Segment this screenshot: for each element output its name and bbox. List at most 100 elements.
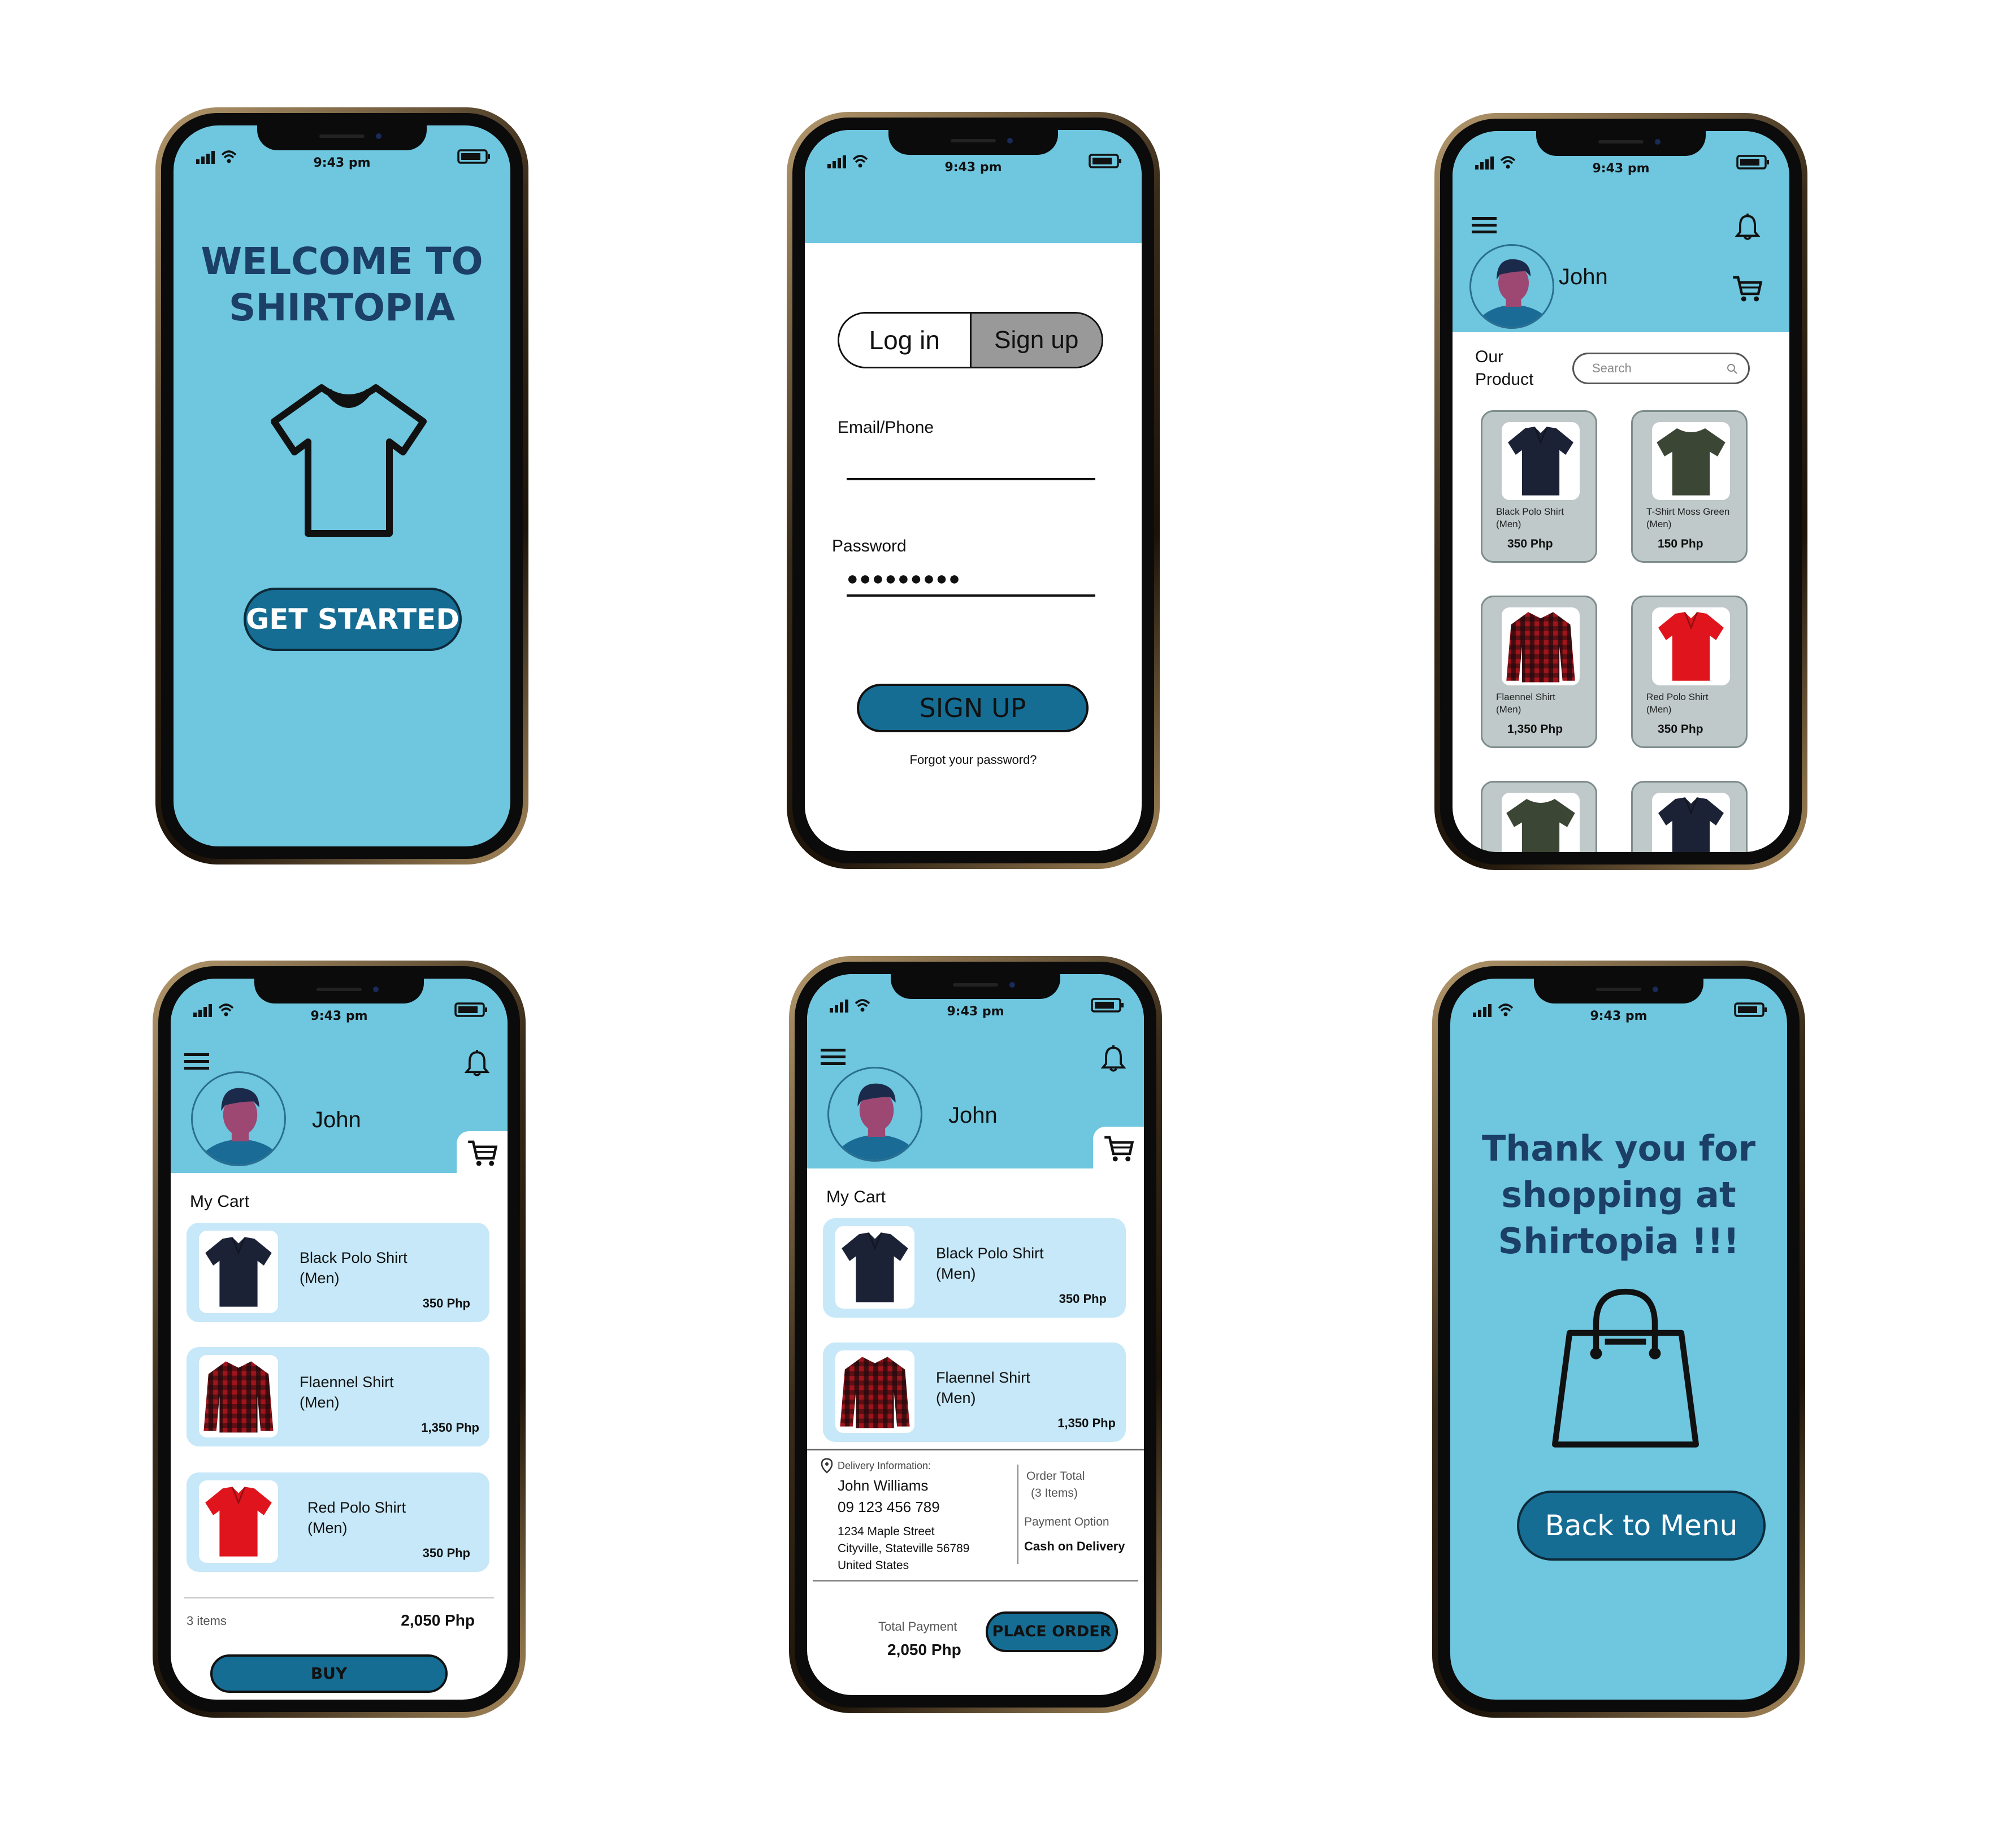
cart-icon[interactable] (1732, 275, 1763, 303)
delivery-name: John Williams (838, 1477, 929, 1494)
user-name: John (1559, 264, 1608, 289)
phone-checkout: 9:43 pm John My Cart Black Polo Shirt (Me… (789, 956, 1162, 1713)
user-avatar-icon (829, 1068, 922, 1162)
cart-heading: My Cart (826, 1188, 886, 1206)
location-pin-icon (821, 1458, 833, 1474)
password-label: Password (832, 537, 907, 555)
cart-divider (184, 1597, 494, 1598)
avatar[interactable] (191, 1071, 286, 1166)
phone-cart: 9:43 pm John My Cart Black Polo Shirt (Me… (153, 961, 526, 1718)
polo-shirt-icon (199, 1231, 278, 1313)
total-payment-value: 2,050 Php (887, 1641, 961, 1658)
notification-bell-icon[interactable] (1101, 1045, 1126, 1072)
cart-item[interactable]: Red Polo Shirt (Men) 350 Php (187, 1472, 489, 1572)
shopping-bag-icon (1552, 1288, 1699, 1448)
delivery-divider-top (807, 1449, 1144, 1450)
delivery-phone: 09 123 456 789 (838, 1498, 940, 1515)
cart-item[interactable]: Black Polo Shirt (Men) 350 Php (187, 1223, 489, 1322)
product-card[interactable]: Red Polo Shirt (Men) 350 Php (1631, 596, 1748, 748)
cart-item-count: 3 items (187, 1614, 227, 1628)
user-avatar-icon (193, 1073, 286, 1166)
tshirt-icon (1652, 422, 1730, 500)
password-field[interactable]: ●●●●●●●●● (847, 561, 1095, 597)
delivery-label: Delivery Information: (838, 1460, 931, 1471)
signup-screen: 9:43 pm Log in Sign up Email/Phone Passw… (805, 130, 1142, 851)
catalog-heading: Our Product (1475, 347, 1534, 389)
search-icon (1727, 364, 1737, 374)
cart-screen: 9:43 pm John My Cart Black Polo Shirt (Me… (171, 979, 508, 1700)
flannel-shirt-icon (1502, 607, 1580, 685)
tab-login[interactable]: Log in (839, 314, 972, 367)
cart-tab[interactable] (457, 1131, 508, 1176)
battery-icon (1089, 153, 1122, 170)
user-avatar-icon (1471, 246, 1554, 329)
phone-catalog: 9:43 pm John Our Product Search Black Po… (1434, 113, 1807, 870)
notification-bell-icon[interactable] (465, 1050, 489, 1077)
battery-icon (457, 148, 491, 165)
status-bar: 9:43 pm (174, 136, 510, 170)
cart-heading: My Cart (190, 1192, 249, 1211)
checkout-screen: 9:43 pm John My Cart Black Polo Shirt (Me… (807, 974, 1144, 1695)
product-card[interactable]: T-Shirt Moss Green (Men) 150 Php (1631, 410, 1748, 563)
place-order-button[interactable]: PLACE ORDER (986, 1611, 1118, 1652)
delivery-vertical-divider (1017, 1465, 1018, 1564)
phone-thank-you: 9:43 pm Thank you for shopping at Shirto… (1432, 961, 1805, 1718)
menu-icon[interactable] (821, 1048, 846, 1067)
welcome-title: WELCOME TO SHIRTOPIA (201, 240, 483, 329)
email-label: Email/Phone (838, 418, 934, 437)
polo-shirt-icon (1502, 422, 1580, 500)
order-total-label: Order Total (3 Items) (1026, 1470, 1085, 1500)
email-field[interactable] (847, 446, 1095, 480)
cart-tab[interactable] (1093, 1127, 1144, 1172)
status-bar: 9:43 pm (1453, 141, 1789, 176)
cart-item[interactable]: Flaennel Shirt (Men) 1,350 Php (823, 1343, 1126, 1442)
payment-option-label: Payment Option (1024, 1515, 1109, 1528)
user-name: John (312, 1107, 361, 1132)
catalog-screen: 9:43 pm John Our Product Search Black Po… (1453, 131, 1789, 852)
payment-option-value[interactable]: Cash on Delivery (1024, 1539, 1125, 1554)
sign-up-button[interactable]: SIGN UP (857, 684, 1089, 732)
search-placeholder: Search (1592, 361, 1632, 375)
delivery-address: 1234 Maple Street Cityville, Stateville … (838, 1525, 970, 1572)
phone-welcome: 9:43 pm WELCOME TO SHIRTOPIA GET STARTED (155, 107, 528, 864)
cart-item[interactable]: Black Polo Shirt (Men) 350 Php (823, 1218, 1126, 1318)
buy-button[interactable]: BUY (210, 1654, 448, 1693)
product-card[interactable] (1481, 781, 1597, 852)
search-input[interactable]: Search (1572, 353, 1750, 384)
product-card[interactable]: Black Polo Shirt (Men) 350 Php (1481, 410, 1597, 563)
thank-you-message: Thank you for shopping at Shirtopia !!! (1481, 1128, 1756, 1262)
back-to-menu-button[interactable]: Back to Menu (1517, 1491, 1766, 1561)
cart-icon (1103, 1135, 1135, 1163)
thank-you-screen: 9:43 pm Thank you for shopping at Shirto… (1450, 979, 1787, 1700)
avatar[interactable] (827, 1067, 922, 1162)
menu-icon[interactable] (184, 1052, 209, 1071)
tab-signup[interactable]: Sign up (971, 314, 1102, 367)
user-name: John (948, 1103, 998, 1128)
auth-toggle: Log in Sign up (838, 312, 1103, 368)
menu-icon[interactable] (1472, 216, 1497, 235)
status-bar: 9:43 pm (171, 989, 508, 1023)
tshirt-icon (1502, 793, 1580, 852)
avatar[interactable] (1469, 244, 1554, 329)
total-payment-label: Total Payment (878, 1619, 957, 1634)
status-bar: 9:43 pm (807, 984, 1144, 1019)
product-card[interactable] (1631, 781, 1748, 852)
cart-icon (467, 1139, 498, 1167)
notification-bell-icon[interactable] (1735, 214, 1760, 241)
welcome-screen: 9:43 pm WELCOME TO SHIRTOPIA GET STARTED (174, 125, 510, 846)
flannel-shirt-icon (835, 1350, 914, 1433)
battery-icon (1734, 1001, 1768, 1018)
cart-item[interactable]: Flaennel Shirt (Men) 1,350 Php (187, 1347, 489, 1446)
battery-icon (454, 1001, 488, 1018)
forgot-password-link[interactable]: Forgot your password? (805, 753, 1142, 767)
get-started-button[interactable]: GET STARTED (244, 588, 462, 651)
tshirt-icon (271, 384, 427, 537)
status-bar: 9:43 pm (805, 140, 1142, 175)
delivery-divider-bottom (813, 1580, 1138, 1582)
battery-icon (1736, 154, 1770, 171)
polo-shirt-icon (1652, 607, 1730, 685)
polo-shirt-icon (835, 1226, 914, 1309)
phone-signup: 9:43 pm Log in Sign up Email/Phone Passw… (787, 112, 1160, 869)
product-card[interactable]: Flaennel Shirt (Men) 1,350 Php (1481, 596, 1597, 748)
polo-shirt-icon (199, 1480, 278, 1563)
